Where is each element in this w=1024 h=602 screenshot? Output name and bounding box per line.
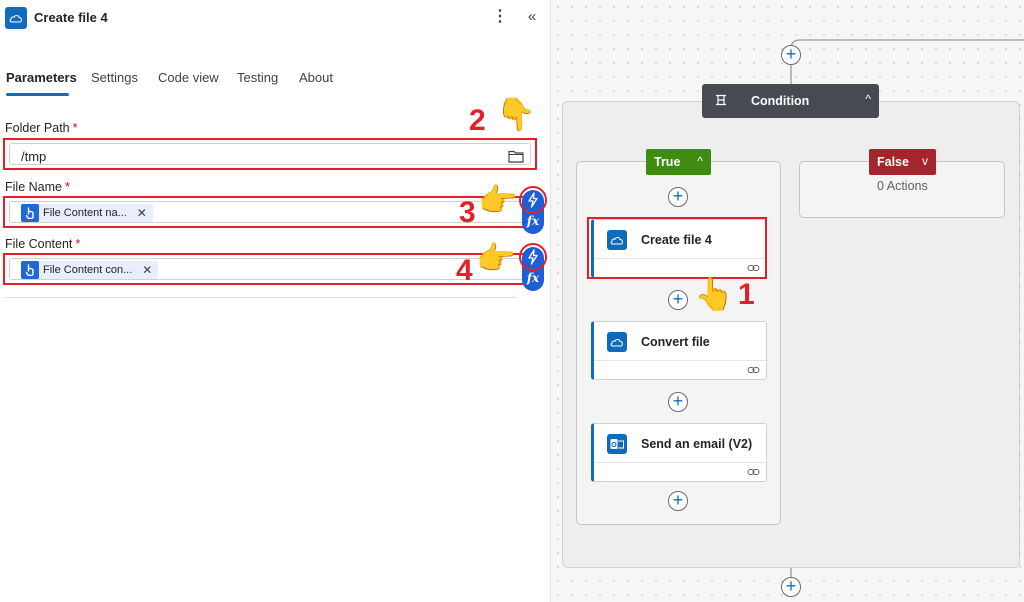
expression-fx-icon[interactable]: fx	[522, 271, 544, 285]
dynamic-content-icon[interactable]	[525, 192, 541, 208]
expression-fx-icon[interactable]: fx	[522, 214, 544, 228]
file-name-label: File Name *	[5, 180, 70, 194]
annotation-number-4: 4	[456, 254, 473, 287]
tab-about[interactable]: About	[299, 70, 333, 85]
pointing-hand-right-icon: 👉	[476, 240, 516, 276]
add-action-button[interactable]: +	[781, 45, 801, 65]
tab-settings[interactable]: Settings	[91, 70, 138, 85]
annotation-number-2: 2	[469, 104, 486, 137]
folder-path-highlight: /tmp	[3, 138, 537, 170]
chevron-down-icon[interactable]: v	[922, 154, 928, 168]
file-name-label-text: File Name	[5, 180, 62, 194]
true-label: True	[654, 155, 681, 169]
pointing-hand-right-icon: 👉	[478, 182, 518, 218]
false-branch-label[interactable]: False v	[869, 149, 936, 175]
card-title: Send an email (V2)	[641, 437, 753, 451]
file-name-dynamic-buttons: fx	[519, 186, 547, 234]
file-name-input[interactable]: File Content na... ✕	[9, 201, 531, 223]
file-name-token-label: File Content na...	[43, 207, 127, 219]
folder-icon[interactable]	[508, 149, 524, 163]
dynamic-content-icon[interactable]	[525, 249, 541, 265]
false-branch-empty-text: 0 Actions	[877, 179, 928, 193]
outlook-icon: O	[607, 434, 627, 454]
file-content-token-label: File Content con...	[43, 264, 133, 276]
required-marker: *	[72, 121, 78, 135]
manual-trigger-icon	[21, 261, 39, 279]
true-branch-label[interactable]: True ^	[646, 149, 711, 175]
card-title: Convert file	[641, 335, 710, 349]
link-icon	[747, 469, 760, 475]
card-divider	[594, 360, 766, 361]
tab-testing[interactable]: Testing	[237, 70, 278, 85]
file-content-label: File Content *	[5, 237, 80, 251]
action-card-convert-file[interactable]: Convert file	[591, 321, 767, 380]
false-label: False	[877, 155, 909, 169]
add-action-button[interactable]: +	[668, 290, 688, 310]
annotation-number-1: 1	[738, 278, 755, 311]
onedrive-icon	[5, 7, 27, 29]
link-icon	[747, 367, 760, 373]
tab-bar: Parameters Settings Code view Testing Ab…	[0, 62, 550, 98]
action-card-send-email[interactable]: O Send an email (V2)	[591, 423, 767, 482]
panel-title: Create file 4	[34, 10, 108, 25]
file-content-dynamic-buttons: fx	[519, 243, 547, 291]
add-action-button[interactable]: +	[781, 577, 801, 597]
folder-path-label: Folder Path *	[5, 121, 78, 135]
folder-path-label-text: Folder Path	[5, 121, 70, 135]
svg-text:O: O	[611, 442, 617, 449]
pointing-hand-up-icon: 👆	[694, 276, 734, 312]
file-content-label-text: File Content	[5, 237, 73, 251]
condition-title: Condition	[751, 94, 810, 108]
tab-parameters[interactable]: Parameters	[6, 70, 77, 85]
pointing-hand-down-icon: 👇	[496, 96, 536, 132]
more-options-button[interactable]: ⋮	[492, 8, 508, 28]
create-file-highlight	[587, 217, 767, 279]
annotation-number-3: 3	[459, 196, 476, 229]
panel-divider	[5, 297, 517, 298]
onedrive-icon	[607, 332, 627, 352]
required-marker: *	[64, 180, 70, 194]
file-name-highlight: File Content na... ✕	[3, 196, 537, 228]
file-content-token[interactable]: File Content con... ✕	[21, 261, 159, 279]
card-divider	[594, 462, 766, 463]
file-name-token[interactable]: File Content na... ✕	[21, 204, 153, 222]
add-action-button[interactable]: +	[668, 491, 688, 511]
add-action-button[interactable]: +	[668, 392, 688, 412]
remove-token-icon[interactable]: ✕	[142, 263, 152, 277]
condition-icon	[716, 94, 726, 106]
chevron-up-icon[interactable]: ^	[697, 154, 703, 168]
required-marker: *	[75, 237, 81, 251]
condition-action-card[interactable]: Condition ^	[702, 84, 879, 118]
active-tab-indicator	[6, 93, 69, 96]
remove-token-icon[interactable]: ✕	[137, 206, 147, 220]
file-content-input[interactable]: File Content con... ✕	[9, 258, 531, 280]
tab-code-view[interactable]: Code view	[158, 70, 219, 85]
folder-path-value: /tmp	[21, 149, 47, 164]
parameters-panel: Create file 4 ⋮ « Parameters Settings Co…	[0, 0, 550, 602]
manual-trigger-icon	[21, 204, 39, 222]
chevron-up-icon[interactable]: ^	[865, 92, 871, 106]
collapse-panel-button[interactable]: «	[522, 8, 542, 28]
folder-path-input[interactable]: /tmp	[9, 143, 531, 165]
add-action-button[interactable]: +	[668, 187, 688, 207]
panel-header: Create file 4 ⋮ «	[0, 0, 550, 38]
